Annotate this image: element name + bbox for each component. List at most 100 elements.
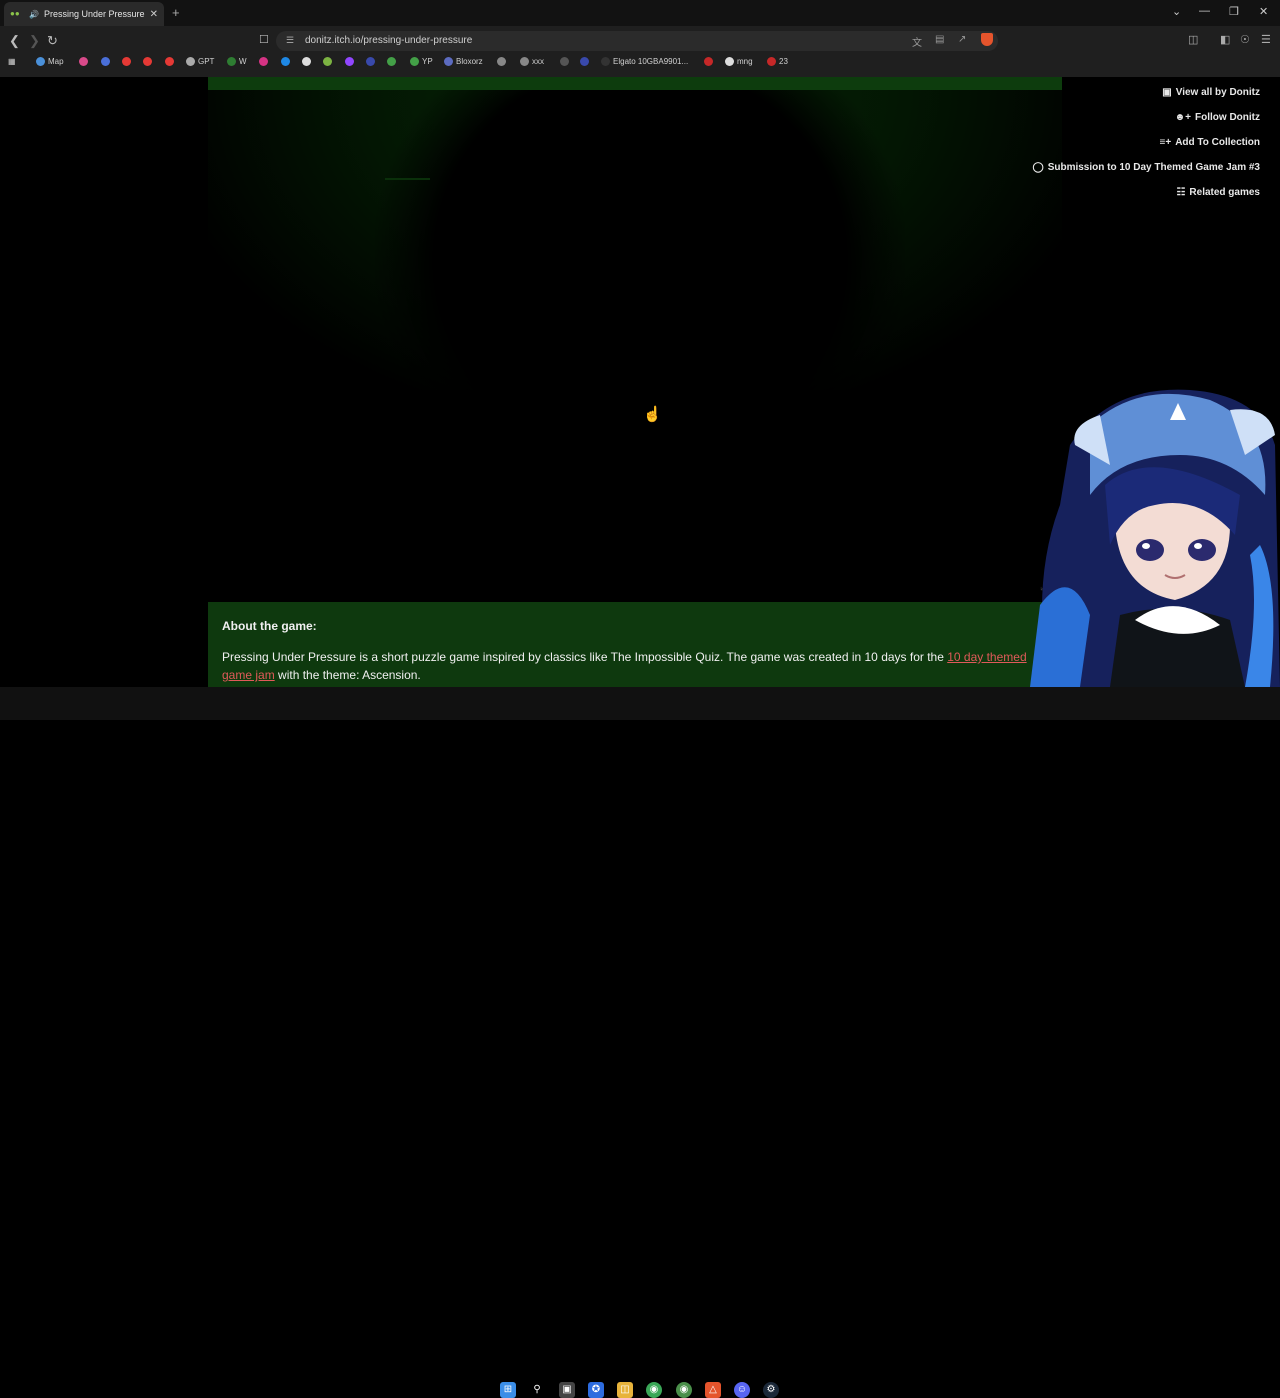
tab-search-chevron-icon[interactable]: ⌄ xyxy=(1172,5,1181,18)
bookmark-label: W xyxy=(239,57,247,66)
vtuber-avatar-overlay xyxy=(1030,389,1280,687)
url-text[interactable]: donitz.itch.io/pressing-under-pressure xyxy=(305,35,472,46)
hand-cursor-icon: ☝ xyxy=(643,406,662,423)
bookmark-favicon-icon xyxy=(227,57,236,66)
bookmark-item[interactable]: xxx xyxy=(520,57,544,66)
windows-start-icon[interactable]: ⊞ xyxy=(500,1382,516,1398)
file-explorer-icon[interactable]: ◫ xyxy=(617,1382,633,1398)
tab-title: Pressing Under Pressure by D xyxy=(43,9,145,19)
bookmark-item[interactable] xyxy=(281,57,293,66)
forward-icon[interactable]: ❯ xyxy=(29,33,40,49)
audio-playing-icon[interactable]: 🔊 xyxy=(29,10,39,19)
side-links: ▣ View all by Donitz ☻+ Follow Donitz ≡+… xyxy=(1032,85,1260,199)
bookmark-item[interactable]: 23 xyxy=(767,57,788,66)
back-icon[interactable]: ❮ xyxy=(9,33,20,49)
brave-icon[interactable]: △ xyxy=(705,1382,721,1398)
task-view-icon[interactable]: ▣ xyxy=(559,1382,575,1398)
follow-link[interactable]: ☻+ Follow Donitz xyxy=(1175,110,1260,124)
windows-taskbar: ⊞ ⚲ ▣ ✪ ◫ ◉ ◉ △ ☺ ⚙ xyxy=(0,687,1280,1398)
bookmark-item[interactable] xyxy=(259,57,271,66)
site-info-icon[interactable]: ☰ xyxy=(286,35,294,46)
bookmark-favicon-icon xyxy=(143,57,152,66)
bookmark-item[interactable] xyxy=(497,57,509,66)
bookmark-favicon-icon xyxy=(560,57,569,66)
bookmark-favicon-icon xyxy=(497,57,506,66)
bookmark-item[interactable]: Elgato 10GBA9901... xyxy=(601,57,688,66)
search-icon[interactable]: ⚲ xyxy=(529,1382,545,1398)
bookmark-item[interactable] xyxy=(302,57,314,66)
address-bar[interactable]: ☰ donitz.itch.io/pressing-under-pressure xyxy=(276,31,998,51)
window-close-icon[interactable]: ✕ xyxy=(1259,5,1268,18)
bookmark-item[interactable]: Map xyxy=(36,57,64,66)
bookmark-item[interactable] xyxy=(143,57,155,66)
bookmark-favicon-icon xyxy=(387,57,396,66)
apps-grid-icon[interactable]: ▦ xyxy=(8,57,16,66)
bookmark-label: GPT xyxy=(198,57,215,66)
close-tab-icon[interactable]: ✕ xyxy=(150,9,158,20)
bookmark-favicon-icon xyxy=(302,57,311,66)
follow-label: Follow Donitz xyxy=(1195,111,1260,123)
bookmark-favicon-icon xyxy=(767,57,776,66)
bookmark-item[interactable]: YP xyxy=(410,57,433,66)
bookmark-label: Bloxorz xyxy=(456,57,483,66)
add-list-icon: ≡+ xyxy=(1159,136,1172,148)
about-text-after: with the theme: Ascension. xyxy=(274,668,421,682)
bookmark-item[interactable]: W xyxy=(227,57,247,66)
chrome-dev-icon[interactable]: ◉ xyxy=(676,1382,692,1398)
reader-mode-icon[interactable]: ▤ xyxy=(935,34,944,45)
translate-icon[interactable]: 文 xyxy=(912,34,922,49)
bookmark-item[interactable] xyxy=(165,57,177,66)
discord-icon[interactable]: ☺ xyxy=(734,1382,750,1398)
bookmark-label: mng xyxy=(737,57,753,66)
bookmark-item[interactable] xyxy=(323,57,335,66)
bookmark-favicon-icon xyxy=(704,57,713,66)
about-heading: About the game: xyxy=(222,619,317,633)
bookmark-item[interactable] xyxy=(366,57,378,66)
steam-icon[interactable]: ⚙ xyxy=(763,1382,779,1398)
bookmark-favicon-icon xyxy=(186,57,195,66)
bookmark-favicon-icon xyxy=(725,57,734,66)
share-icon[interactable]: ↗ xyxy=(958,34,966,45)
bookmark-favicon-icon xyxy=(36,57,45,66)
about-text: Pressing Under Pressure is a short puzzl… xyxy=(222,648,1042,684)
new-tab-icon[interactable]: + xyxy=(172,5,180,20)
reload-icon[interactable]: ↻ xyxy=(47,33,58,49)
bookmark-item[interactable] xyxy=(704,57,716,66)
bookmark-item[interactable] xyxy=(560,57,572,66)
vpn-shield-icon[interactable]: ☉ xyxy=(1240,33,1250,46)
game-detail xyxy=(385,178,430,180)
app-icon[interactable]: ✪ xyxy=(588,1382,604,1398)
brave-shields-icon[interactable] xyxy=(981,33,993,46)
bookmark-item[interactable] xyxy=(101,57,113,66)
bookmark-item[interactable]: mng xyxy=(725,57,753,66)
minimize-icon[interactable]: — xyxy=(1199,5,1210,17)
active-tab[interactable]: ●● 🔊 Pressing Under Pressure by D ✕ xyxy=(4,2,164,26)
itch-favicon-icon: ●● xyxy=(10,9,20,18)
restore-icon[interactable]: ❐ xyxy=(1229,5,1239,18)
split-view-icon[interactable]: ◧ xyxy=(1220,33,1230,46)
bookmark-label: YP xyxy=(422,57,433,66)
bookmark-item[interactable] xyxy=(387,57,399,66)
menu-icon[interactable]: ☰ xyxy=(1261,33,1271,46)
bookmark-label: xxx xyxy=(532,57,544,66)
about-text-before: Pressing Under Pressure is a short puzzl… xyxy=(222,650,948,664)
jam-submission-link[interactable]: ◯ Submission to 10 Day Themed Game Jam #… xyxy=(1032,160,1260,174)
view-all-link[interactable]: ▣ View all by Donitz xyxy=(1162,85,1260,99)
bookmark-item[interactable] xyxy=(345,57,357,66)
bookmark-favicon-icon xyxy=(79,57,88,66)
bookmark-icon[interactable]: ☐ xyxy=(259,33,269,46)
browser-chrome: ●● 🔊 Pressing Under Pressure by D ✕ + ⌄ … xyxy=(0,0,1280,77)
bookmark-favicon-icon xyxy=(580,57,589,66)
bookmark-item[interactable]: Bloxorz xyxy=(444,57,483,66)
add-user-icon: ☻+ xyxy=(1174,111,1191,123)
chrome-icon[interactable]: ◉ xyxy=(646,1382,662,1398)
gamepad-icon: ▣ xyxy=(1162,86,1172,98)
bookmark-item[interactable] xyxy=(79,57,91,66)
bookmark-item[interactable] xyxy=(122,57,134,66)
sidebar-toggle-icon[interactable]: ◫ xyxy=(1188,33,1198,46)
add-collection-link[interactable]: ≡+ Add To Collection xyxy=(1160,135,1261,149)
bookmark-favicon-icon xyxy=(410,57,419,66)
bookmark-item[interactable] xyxy=(580,57,592,66)
bookmark-item[interactable]: GPT xyxy=(186,57,214,66)
related-games-link[interactable]: ☷ Related games xyxy=(1176,185,1260,199)
